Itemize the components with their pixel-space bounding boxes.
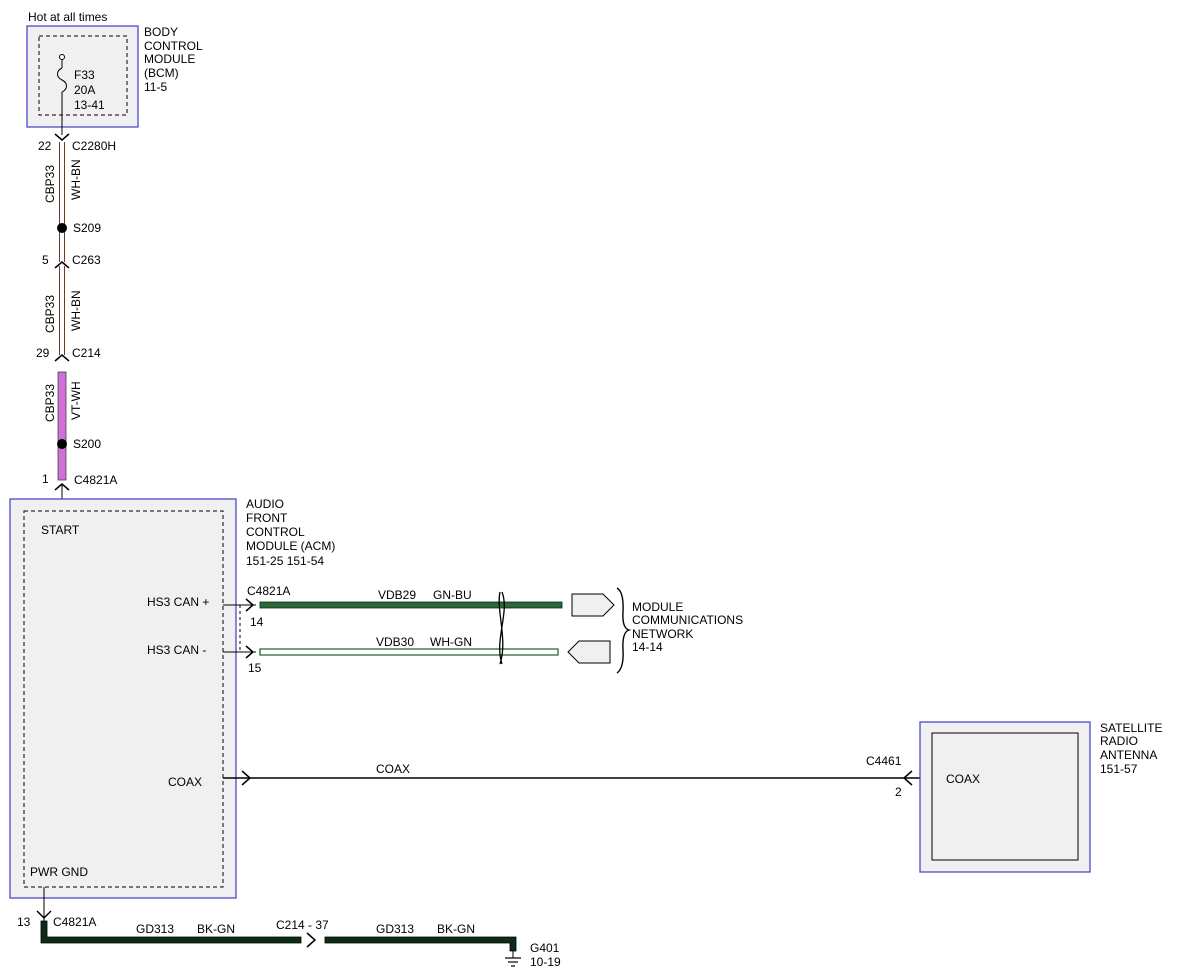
- connector-c4821a-pin-14: 14: [250, 615, 264, 629]
- wire-seg1-circuit: CBP33: [43, 165, 57, 203]
- splice-s209-dot: [57, 223, 67, 233]
- splice-s200-dot: [57, 439, 67, 449]
- wire-seg3-violet: [57, 371, 67, 481]
- acm-pwr-gnd-label: PWR GND: [30, 865, 88, 879]
- can-hi-color-label: GN-BU: [433, 588, 472, 602]
- coax-wire-label: COAX: [376, 762, 410, 776]
- connector-c4821a-top-name: C4821A: [74, 473, 117, 487]
- ground-g401-label: G401: [530, 941, 560, 955]
- connector-c4461-name: C4461: [866, 754, 902, 768]
- gnd-seg1-circuit-label: GD313: [136, 922, 174, 936]
- can-lo-circuit-label: VDB30: [376, 635, 414, 649]
- can-hi-wire: [259, 601, 563, 609]
- can-lo-color-label: WH-GN: [430, 635, 472, 649]
- acm-module-box[interactable]: [9, 498, 237, 899]
- antenna-inner-box: [931, 732, 1079, 861]
- antenna-name-line-3: ANTENNA: [1100, 748, 1157, 762]
- connector-c214-symbol: [54, 354, 70, 362]
- connector-c214-37-name: C214 - 37: [276, 918, 329, 932]
- gnd-seg2-circuit-label: GD313: [376, 922, 414, 936]
- fuse-rating-label: 20A: [74, 83, 95, 97]
- antenna-name-line-1: SATELLITE: [1100, 721, 1162, 735]
- splice-s209-label: S209: [73, 221, 101, 235]
- network-bracket: [616, 587, 632, 674]
- connector-c214-37-symbol: [306, 932, 317, 948]
- bcm-ref-line: 11-5: [144, 80, 167, 94]
- connector-c214-pin: 29: [36, 346, 50, 360]
- network-name-line-2: COMMUNICATIONS: [632, 613, 743, 627]
- wire-seg3-color: VT-WH: [69, 381, 83, 420]
- ground-ref-label: 10-19: [530, 955, 561, 969]
- connector-c263-symbol: [54, 261, 70, 269]
- connector-c4821a-top-pin: 1: [42, 472, 49, 486]
- acm-hs3-can-plus-label: HS3 CAN +: [147, 595, 209, 609]
- connector-c2280h-name: C2280H: [72, 139, 116, 153]
- acm-name-line-4: MODULE (ACM): [246, 539, 335, 553]
- bcm-name-line-1: BODY: [144, 25, 178, 39]
- wiring-diagram: Hot at all times F33 20A 13-41 BODY CONT…: [9, 10, 1162, 969]
- antenna-name-line-2: RADIO: [1100, 734, 1138, 748]
- splice-s200-label: S200: [73, 437, 101, 451]
- acm-name-line-3: CONTROL: [246, 525, 305, 539]
- connector-c4821a-gnd-pin: 13: [17, 915, 31, 929]
- acm-ref-line: 151-25 151-54: [246, 554, 324, 568]
- connector-c263-pin: 5: [42, 253, 49, 267]
- can-hi-circuit-label: VDB29: [378, 588, 416, 602]
- wire-seg2-color: WH-BN: [69, 290, 83, 331]
- wire-seg2-circuit: CBP33: [43, 295, 57, 333]
- acm-name-line-2: FRONT: [246, 511, 288, 525]
- fuse-top-terminal: [59, 54, 65, 60]
- bcm-name-line-3: MODULE: [144, 52, 195, 66]
- acm-name-line-1: AUDIO: [246, 497, 284, 511]
- antenna-ref-line: 151-57: [1100, 762, 1138, 776]
- gnd-seg2-color-label: BK-GN: [437, 922, 475, 936]
- antenna-coax-label: COAX: [946, 772, 980, 786]
- acm-hs3-can-minus-label: HS3 CAN -: [147, 643, 206, 657]
- wire-seg3-circuit: CBP33: [43, 384, 57, 422]
- connector-c263-name: C263: [72, 253, 101, 267]
- fuse-f33-label: F33: [74, 68, 95, 82]
- connector-c214-name: C214: [72, 346, 101, 360]
- acm-start-label: START: [41, 523, 80, 537]
- connector-c4821a-pin-15: 15: [248, 661, 262, 675]
- can-lo-wire: [259, 648, 559, 656]
- acm-coax-label: COAX: [168, 775, 202, 789]
- network-name-line-1: MODULE: [632, 600, 683, 614]
- bcm-name-line-2: CONTROL: [144, 39, 203, 53]
- connector-c4821a-gnd-name: C4821A: [53, 915, 96, 929]
- can-hi-terminal-shape[interactable]: [571, 593, 615, 617]
- connector-c2280h-pin: 22: [38, 139, 52, 153]
- connector-c4461-pin: 2: [895, 785, 902, 799]
- wire-seg1-color: WH-BN: [69, 159, 83, 200]
- fuse-ref-label: 13-41: [74, 98, 105, 112]
- gnd-wire-segment-2: [324, 936, 517, 952]
- gnd-seg1-color-label: BK-GN: [197, 922, 235, 936]
- connector-c4821a-can-name: C4821A: [247, 584, 290, 598]
- hot-at-all-times-label: Hot at all times: [28, 10, 107, 24]
- can-lo-terminal-shape[interactable]: [567, 640, 611, 664]
- bcm-name-line-4: (BCM): [144, 66, 179, 80]
- network-ref-line: 14-14: [632, 640, 663, 654]
- network-name-line-3: NETWORK: [632, 627, 693, 641]
